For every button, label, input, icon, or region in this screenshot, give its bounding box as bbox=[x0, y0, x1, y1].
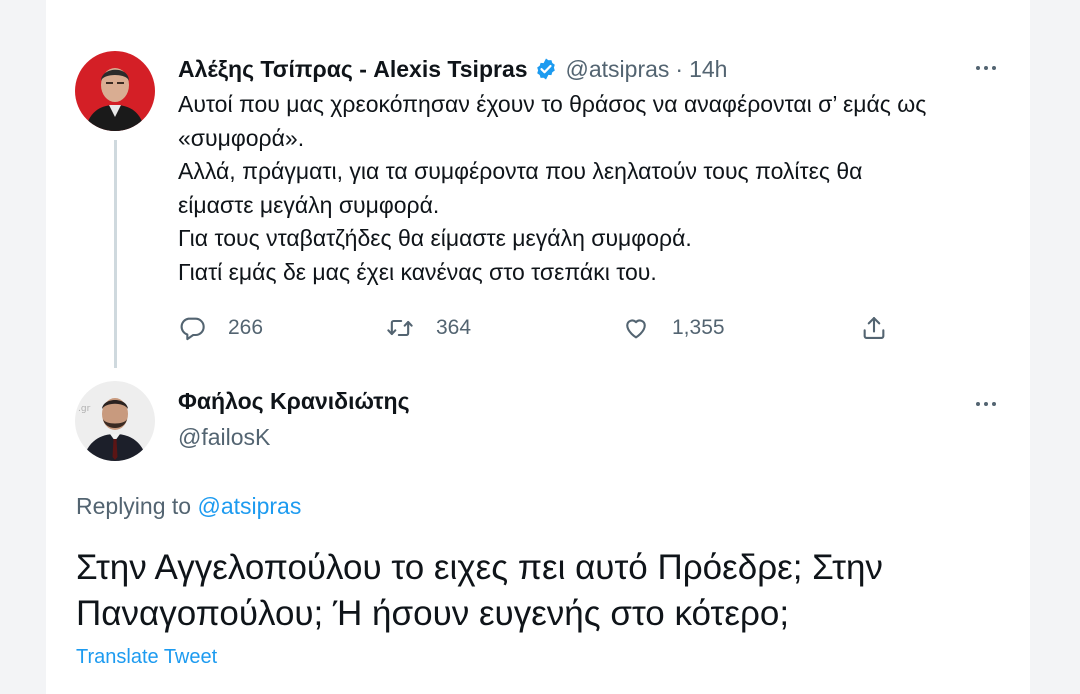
tweet-text-line: «συμφορά». bbox=[178, 124, 305, 151]
replying-to-label: Replying to bbox=[76, 493, 192, 519]
tweet-timestamp[interactable]: 14h bbox=[689, 56, 727, 83]
tweet-text-line: Για τους νταβατζήδες θα είμαστε μεγάλη σ… bbox=[178, 225, 692, 252]
like-count: 1,355 bbox=[672, 316, 725, 339]
retweet-icon bbox=[386, 314, 414, 342]
reply-tweet-text: Στην Αγγελοπούλου το ειχες πει αυτό Πρόε… bbox=[76, 545, 1026, 637]
author-handle[interactable]: @atsipras bbox=[566, 56, 670, 83]
tweet-actions-bar: 266 364 1,355 bbox=[178, 308, 898, 348]
more-options-icon[interactable] bbox=[968, 56, 1004, 80]
tweet-thread-card: Αλέξης Τσίπρας - Alexis Tsipras @atsipra… bbox=[46, 0, 1030, 694]
verified-badge-icon bbox=[534, 57, 558, 81]
reply-text-line: Στην Αγγελοπούλου το ειχες πει αυτό Πρόε… bbox=[76, 548, 883, 587]
reply-count: 266 bbox=[228, 316, 264, 339]
retweet-count: 364 bbox=[436, 316, 472, 339]
tweet-header: Αλέξης Τσίπρας - Alexis Tsipras @atsipra… bbox=[178, 52, 727, 86]
tweet-text: Αυτοί που μας χρεοκόπησαν έχουν το θράσο… bbox=[178, 88, 1008, 290]
reply-icon bbox=[178, 314, 206, 342]
tweet-text-line: Αυτοί που μας χρεοκόπησαν έχουν το θράσο… bbox=[178, 91, 927, 117]
reply-button[interactable]: 266 bbox=[178, 308, 263, 348]
reply-text-line: Παναγοπούλου; Ή ήσουν ευγενής στο κότερο… bbox=[76, 594, 790, 633]
svg-text:.gr: .gr bbox=[78, 404, 91, 414]
replying-to-mention-link[interactable]: @atsipras bbox=[197, 493, 301, 519]
avatar[interactable]: .gr bbox=[75, 381, 155, 461]
thread-connector-line bbox=[114, 140, 117, 368]
like-button[interactable]: 1,355 bbox=[622, 308, 725, 348]
replying-to-line: Replying to @atsipras bbox=[76, 493, 301, 520]
share-icon bbox=[860, 314, 888, 342]
avatar[interactable] bbox=[75, 51, 155, 131]
reply-author-handle[interactable]: @failosK bbox=[178, 424, 270, 451]
separator-dot: · bbox=[675, 55, 684, 82]
tweet-text-line: είμαστε μεγάλη συμφορά. bbox=[178, 191, 440, 218]
share-button[interactable] bbox=[860, 308, 888, 348]
author-display-name[interactable]: Αλέξης Τσίπρας - Alexis Tsipras bbox=[178, 56, 528, 83]
tweet-text-line: Αλλά, πράγματι, για τα συμφέροντα που λε… bbox=[178, 158, 863, 185]
translate-tweet-link[interactable]: Translate Tweet bbox=[76, 646, 217, 669]
reply-author-display-name[interactable]: Φαήλος Κρανιδιώτης bbox=[178, 388, 410, 415]
tweet-text-line: Γιατί εμάς δε μας έχει κανένας στο τσεπά… bbox=[178, 258, 657, 285]
more-options-icon[interactable] bbox=[968, 392, 1004, 416]
retweet-button[interactable]: 364 bbox=[386, 308, 471, 348]
heart-icon bbox=[622, 314, 650, 342]
